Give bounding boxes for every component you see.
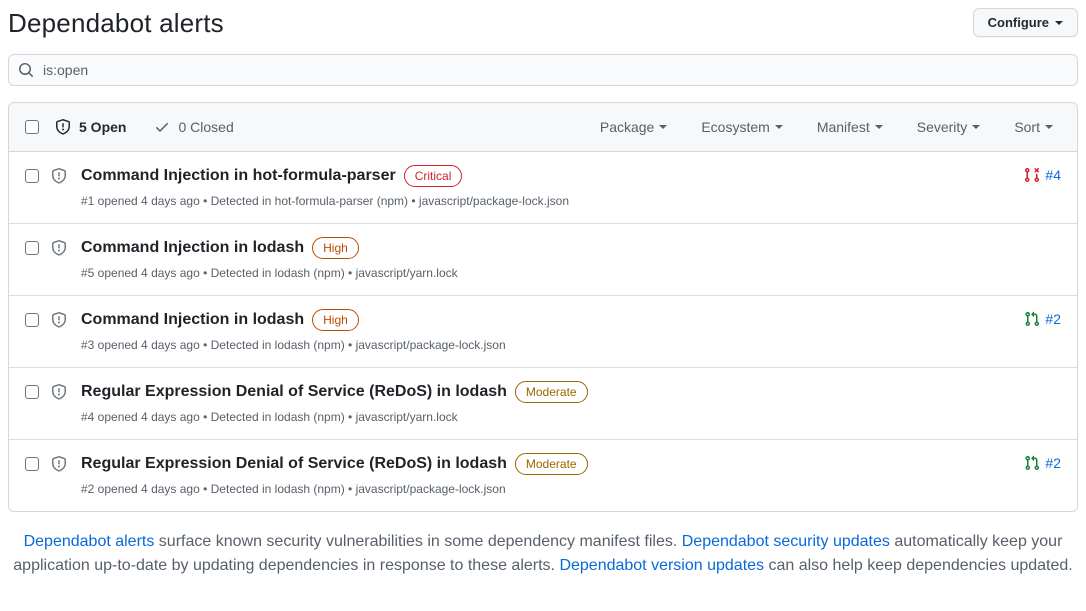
open-alerts-toggle[interactable]: 5 Open — [55, 119, 126, 135]
filter-label: Severity — [917, 119, 968, 135]
severity-badge: Moderate — [515, 453, 588, 475]
configure-button[interactable]: Configure — [973, 8, 1078, 37]
shield-alert-icon — [55, 119, 71, 135]
filter-label: Sort — [1014, 119, 1040, 135]
configure-button-label: Configure — [988, 15, 1049, 30]
alert-checkbox[interactable] — [25, 385, 39, 399]
pull-request-closed-icon — [1024, 167, 1040, 183]
footer-link[interactable]: Dependabot security updates — [682, 533, 890, 550]
linked-pull-request: #2 — [1024, 311, 1061, 327]
alert-title-link[interactable]: Regular Expression Denial of Service (Re… — [81, 452, 507, 476]
filter-bar: Package Ecosystem Manifest Severity Sort — [600, 119, 1061, 135]
alert-checkbox[interactable] — [25, 457, 39, 471]
pr-number-link[interactable]: #2 — [1045, 455, 1061, 471]
pr-number-link[interactable]: #4 — [1045, 167, 1061, 183]
shield-alert-icon — [51, 168, 67, 184]
shield-alert-icon — [51, 384, 67, 400]
alert-meta: #5 opened 4 days ago • Detected in lodas… — [81, 265, 1019, 281]
pr-number-link[interactable]: #2 — [1045, 311, 1061, 327]
alert-title-link[interactable]: Command Injection in hot-formula-parser — [81, 164, 396, 188]
severity-badge: High — [312, 309, 359, 331]
chevron-down-icon — [972, 125, 980, 129]
shield-alert-icon — [51, 240, 67, 256]
footer-link[interactable]: Dependabot alerts — [24, 533, 155, 550]
open-count-label: 5 Open — [79, 119, 126, 135]
alert-title-link[interactable]: Command Injection in lodash — [81, 308, 304, 332]
filter-label: Manifest — [817, 119, 870, 135]
alert-checkbox[interactable] — [25, 313, 39, 327]
alert-row: Command Injection in hot-formula-parser … — [9, 152, 1077, 223]
filter-dropdown[interactable]: Manifest — [817, 119, 883, 135]
filter-dropdown[interactable]: Severity — [917, 119, 981, 135]
footer-link[interactable]: Dependabot version updates — [559, 557, 764, 574]
chevron-down-icon — [775, 125, 783, 129]
alert-row: Command Injection in lodash High #3 open… — [9, 295, 1077, 367]
alert-row: Regular Expression Denial of Service (Re… — [9, 367, 1077, 439]
chevron-down-icon — [1055, 21, 1063, 25]
linked-pull-request: #4 — [1024, 167, 1061, 183]
footer-text: surface known security vulnerabilities i… — [154, 533, 681, 550]
filter-label: Ecosystem — [701, 119, 769, 135]
page-title: Dependabot alerts — [8, 8, 224, 39]
shield-alert-icon — [51, 456, 67, 472]
list-header: 5 Open 0 Closed Package Ecosystem Manife… — [9, 103, 1077, 152]
alert-meta: #3 opened 4 days ago • Detected in lodas… — [81, 337, 1024, 353]
chevron-down-icon — [875, 125, 883, 129]
footer-description: Dependabot alerts surface known security… — [8, 530, 1078, 578]
shield-alert-icon — [51, 312, 67, 328]
search-icon — [18, 62, 34, 78]
chevron-down-icon — [659, 125, 667, 129]
select-all-checkbox[interactable] — [25, 120, 39, 134]
alert-checkbox[interactable] — [25, 241, 39, 255]
pull-request-open-icon — [1024, 455, 1040, 471]
alert-meta: #2 opened 4 days ago • Detected in lodas… — [81, 481, 1024, 497]
alert-meta: #1 opened 4 days ago • Detected in hot-f… — [81, 193, 1024, 209]
pull-request-open-icon — [1024, 311, 1040, 327]
search-input[interactable] — [8, 54, 1078, 86]
alert-checkbox[interactable] — [25, 169, 39, 183]
alert-title-link[interactable]: Command Injection in lodash — [81, 236, 304, 260]
linked-pull-request: #2 — [1024, 455, 1061, 471]
severity-badge: Moderate — [515, 381, 588, 403]
footer-text: can also help keep dependencies updated. — [764, 557, 1073, 574]
search-bar — [8, 54, 1078, 86]
alert-row: Command Injection in lodash High #5 open… — [9, 223, 1077, 295]
page-header: Dependabot alerts Configure — [8, 0, 1078, 39]
chevron-down-icon — [1045, 125, 1053, 129]
severity-badge: High — [312, 237, 359, 259]
closed-count-label: 0 Closed — [178, 119, 233, 135]
closed-alerts-toggle[interactable]: 0 Closed — [154, 119, 233, 135]
filter-dropdown[interactable]: Ecosystem — [701, 119, 782, 135]
filter-dropdown[interactable]: Sort — [1014, 119, 1053, 135]
alert-meta: #4 opened 4 days ago • Detected in lodas… — [81, 409, 1019, 425]
alert-title-link[interactable]: Regular Expression Denial of Service (Re… — [81, 380, 507, 404]
check-icon — [154, 119, 170, 135]
filter-dropdown[interactable]: Package — [600, 119, 667, 135]
alerts-list-container: 5 Open 0 Closed Package Ecosystem Manife… — [8, 102, 1078, 512]
alert-row: Regular Expression Denial of Service (Re… — [9, 439, 1077, 511]
severity-badge: Critical — [404, 165, 463, 187]
alerts-list: Command Injection in hot-formula-parser … — [9, 152, 1077, 511]
filter-label: Package — [600, 119, 654, 135]
